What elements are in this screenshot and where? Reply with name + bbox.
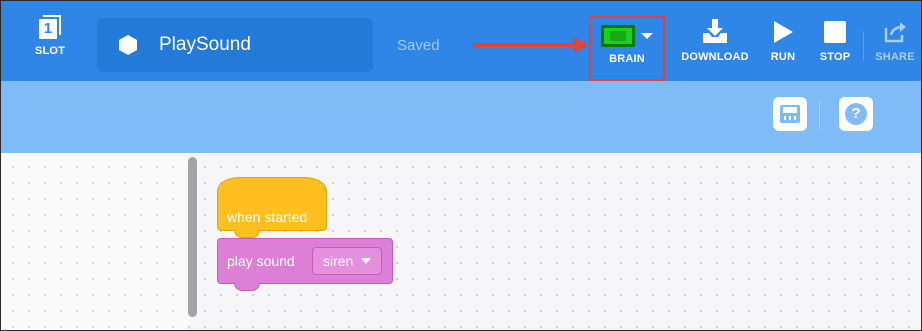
device-info-button[interactable] (773, 97, 807, 131)
annotation-arrow (473, 37, 589, 53)
stop-label: STOP (819, 51, 851, 63)
share-button[interactable]: SHARE (873, 19, 917, 63)
share-label: SHARE (875, 51, 915, 63)
secondary-toolbar: ? (1, 81, 921, 153)
slot-icon: 1 (39, 15, 61, 39)
code-workspace[interactable]: when started play sound siren (1, 153, 921, 330)
save-status: Saved (397, 37, 440, 54)
slot-number: 1 (39, 19, 57, 39)
stop-button[interactable]: STOP (813, 19, 857, 63)
sound-dropdown[interactable]: siren (312, 247, 382, 275)
download-icon (701, 19, 729, 45)
palette-scrollbar[interactable] (188, 157, 197, 317)
help-button[interactable]: ? (839, 97, 873, 131)
block-label: when started (227, 209, 308, 225)
project-name: PlaySound (159, 34, 251, 55)
toolbar-divider (863, 31, 864, 61)
sound-dropdown-value: siren (323, 253, 354, 269)
device-info-icon (780, 105, 800, 123)
top-toolbar: 1 SLOT PlaySound Saved BRAIN DOWNLOAD RU… (1, 1, 921, 81)
project-name-field[interactable]: PlaySound (97, 18, 373, 72)
block-label: play sound (227, 253, 295, 269)
download-label: DOWNLOAD (681, 51, 749, 63)
annotation-highlight-box (589, 16, 665, 81)
help-icon: ? (845, 103, 867, 125)
block-connector (234, 230, 260, 238)
slot-button[interactable]: 1 SLOT (27, 15, 73, 57)
stop-icon (824, 19, 846, 45)
chevron-down-icon (361, 258, 372, 264)
hexagon-icon (119, 35, 139, 55)
subbar-divider (819, 101, 820, 129)
share-icon (883, 19, 907, 45)
play-sound-block[interactable]: play sound siren (217, 238, 393, 291)
app-window: 1 SLOT PlaySound Saved BRAIN DOWNLOAD RU… (0, 0, 922, 331)
play-icon (772, 19, 794, 45)
download-button[interactable]: DOWNLOAD (675, 19, 755, 63)
block-connector (234, 283, 260, 291)
when-started-block[interactable]: when started (217, 177, 327, 238)
block-palette-area (1, 153, 189, 330)
slot-label: SLOT (34, 45, 66, 57)
run-button[interactable]: RUN (763, 19, 803, 63)
run-label: RUN (770, 51, 796, 63)
